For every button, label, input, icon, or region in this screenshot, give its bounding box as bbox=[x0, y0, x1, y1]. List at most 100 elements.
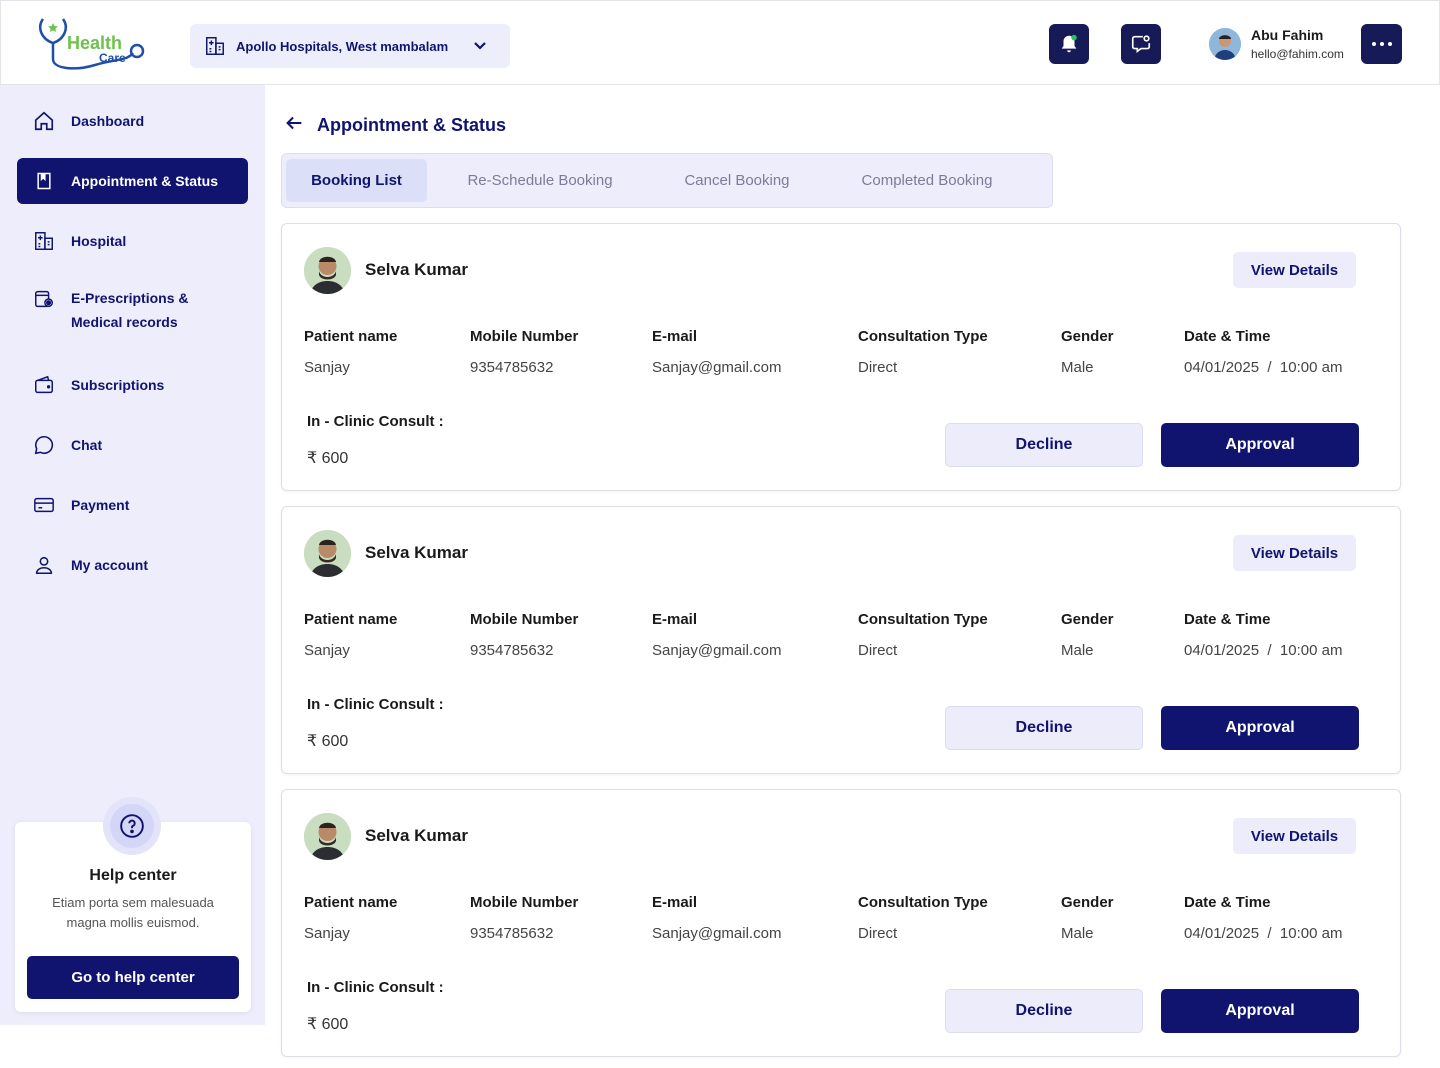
back-arrow-icon[interactable] bbox=[283, 112, 305, 139]
consult-label: In - Clinic Consult : bbox=[307, 413, 444, 430]
column-header-patient-name: Patient name bbox=[304, 611, 398, 628]
booking-card: Selva Kumar View Details Patient name Mo… bbox=[281, 506, 1401, 774]
consultation-type-value: Direct bbox=[858, 925, 898, 942]
column-header-email: E-mail bbox=[652, 328, 698, 345]
doctor-name: Selva Kumar bbox=[365, 826, 468, 845]
doctor-avatar bbox=[304, 813, 351, 860]
decline-button[interactable]: Decline bbox=[945, 989, 1143, 1033]
sidebar-item-label: My account bbox=[71, 557, 149, 573]
booking-card: Selva Kumar View Details Patient name Mo… bbox=[281, 223, 1401, 491]
page-title: Appointment & Status bbox=[317, 115, 506, 135]
bookmark-icon bbox=[33, 170, 55, 192]
messages-button[interactable] bbox=[1121, 24, 1161, 64]
column-header-email: E-mail bbox=[652, 894, 698, 911]
help-title: Help center bbox=[89, 867, 177, 884]
page-header: Appointment & Status bbox=[283, 112, 506, 139]
help-badge bbox=[103, 797, 161, 855]
column-header-mobile: Mobile Number bbox=[470, 894, 579, 911]
sidebar: Dashboard Appointment & Status Hospital … bbox=[0, 85, 265, 1025]
more-dots-icon bbox=[1371, 42, 1376, 46]
sidebar-item-e-prescriptions[interactable]: E-Prescriptions & Medical records bbox=[17, 278, 248, 338]
consultation-type-value: Direct bbox=[858, 359, 898, 376]
top-header: Health Care Apollo Hospitals, West mamba… bbox=[0, 0, 1440, 85]
tab-completed-booking[interactable]: Completed Booking bbox=[834, 159, 1020, 202]
doctor-name: Selva Kumar bbox=[365, 543, 468, 562]
column-header-patient-name: Patient name bbox=[304, 894, 398, 911]
mobile-number-value: 9354785632 bbox=[470, 642, 554, 659]
chevron-down-icon bbox=[472, 38, 488, 59]
column-header-mobile: Mobile Number bbox=[470, 611, 579, 628]
sidebar-item-my-account[interactable]: My account bbox=[17, 542, 248, 588]
hospital-building-icon bbox=[204, 35, 226, 57]
decline-button[interactable]: Decline bbox=[945, 423, 1143, 467]
column-header-patient-name: Patient name bbox=[304, 328, 398, 345]
go-to-help-center-button[interactable]: Go to help center bbox=[27, 956, 239, 999]
column-header-gender: Gender bbox=[1061, 894, 1114, 911]
mobile-number-value: 9354785632 bbox=[470, 359, 554, 376]
sidebar-item-appointment[interactable]: Appointment & Status bbox=[17, 158, 248, 204]
date-time-value: 04/01/2025 / 10:00 am bbox=[1184, 925, 1343, 942]
email-value: Sanjay@gmail.com bbox=[652, 925, 782, 942]
tab-booking-list[interactable]: Booking List bbox=[286, 159, 427, 202]
notifications-button[interactable] bbox=[1049, 24, 1089, 64]
view-details-button[interactable]: View Details bbox=[1233, 535, 1356, 571]
approval-button[interactable]: Approval bbox=[1161, 423, 1359, 467]
sidebar-item-payment[interactable]: Payment bbox=[17, 482, 248, 528]
column-header-consultation-type: Consultation Type bbox=[858, 328, 988, 345]
chat-bubble-icon bbox=[1131, 35, 1151, 53]
more-options-button[interactable] bbox=[1361, 24, 1402, 64]
sidebar-item-dashboard[interactable]: Dashboard bbox=[17, 98, 248, 144]
consultation-type-value: Direct bbox=[858, 642, 898, 659]
doctor-avatar bbox=[304, 530, 351, 577]
logo-text-care: Care bbox=[99, 51, 126, 65]
sidebar-item-label: E-Prescriptions & Medical records bbox=[71, 290, 189, 330]
email-value: Sanjay@gmail.com bbox=[652, 642, 782, 659]
decline-button[interactable]: Decline bbox=[945, 706, 1143, 750]
consult-fee: ₹ 600 bbox=[307, 450, 349, 467]
consult-fee: ₹ 600 bbox=[307, 1016, 349, 1033]
tab-reschedule-booking[interactable]: Re-Schedule Booking bbox=[442, 159, 638, 202]
column-header-mobile: Mobile Number bbox=[470, 328, 579, 345]
tab-cancel-booking[interactable]: Cancel Booking bbox=[662, 159, 812, 202]
bell-icon bbox=[1061, 34, 1077, 53]
approval-button[interactable]: Approval bbox=[1161, 989, 1359, 1033]
patient-name-value: Sanjay bbox=[304, 925, 350, 942]
patient-name-value: Sanjay bbox=[304, 359, 350, 376]
booking-tabs: Booking List Re-Schedule Booking Cancel … bbox=[281, 153, 1053, 208]
consult-label: In - Clinic Consult : bbox=[307, 696, 444, 713]
view-details-button[interactable]: View Details bbox=[1233, 818, 1356, 854]
sidebar-item-chat[interactable]: Chat bbox=[17, 422, 248, 468]
user-email: hello@fahim.com bbox=[1251, 47, 1344, 61]
column-header-consultation-type: Consultation Type bbox=[858, 611, 988, 628]
email-value: Sanjay@gmail.com bbox=[652, 359, 782, 376]
consult-label: In - Clinic Consult : bbox=[307, 979, 444, 996]
home-icon bbox=[33, 110, 55, 132]
column-header-email: E-mail bbox=[652, 611, 698, 628]
question-icon bbox=[120, 814, 144, 838]
sidebar-item-label: Chat bbox=[71, 437, 103, 453]
column-header-date-time: Date & Time bbox=[1184, 894, 1271, 911]
hospital-selector[interactable]: Apollo Hospitals, West mambalam bbox=[190, 24, 510, 68]
patient-name-value: Sanjay bbox=[304, 642, 350, 659]
hospital-icon bbox=[33, 230, 55, 252]
consult-fee: ₹ 600 bbox=[307, 733, 349, 750]
help-description: Etiam porta sem malesuada magna mollis e… bbox=[52, 895, 214, 930]
date-time-value: 04/01/2025 / 10:00 am bbox=[1184, 359, 1343, 376]
help-center-card: Help center Etiam porta sem malesuada ma… bbox=[15, 797, 251, 1012]
sidebar-item-subscriptions[interactable]: Subscriptions bbox=[17, 362, 248, 408]
chat-icon bbox=[33, 434, 55, 456]
mobile-number-value: 9354785632 bbox=[470, 925, 554, 942]
sidebar-item-hospital[interactable]: Hospital bbox=[17, 218, 248, 264]
user-avatar bbox=[1209, 28, 1241, 60]
healthcare-logo[interactable]: Health Care bbox=[35, 13, 147, 73]
view-details-button[interactable]: View Details bbox=[1233, 252, 1356, 288]
date-time-value: 04/01/2025 / 10:00 am bbox=[1184, 642, 1343, 659]
user-profile[interactable]: Abu Fahim hello@fahim.com bbox=[1209, 27, 1344, 61]
sidebar-item-label: Hospital bbox=[71, 233, 127, 249]
sidebar-item-label: Payment bbox=[71, 497, 130, 513]
doctor-name: Selva Kumar bbox=[365, 260, 468, 279]
approval-button[interactable]: Approval bbox=[1161, 706, 1359, 750]
user-name: Abu Fahim bbox=[1251, 27, 1324, 43]
sidebar-item-label: Appointment & Status bbox=[71, 173, 218, 189]
wallet-icon bbox=[33, 374, 55, 396]
